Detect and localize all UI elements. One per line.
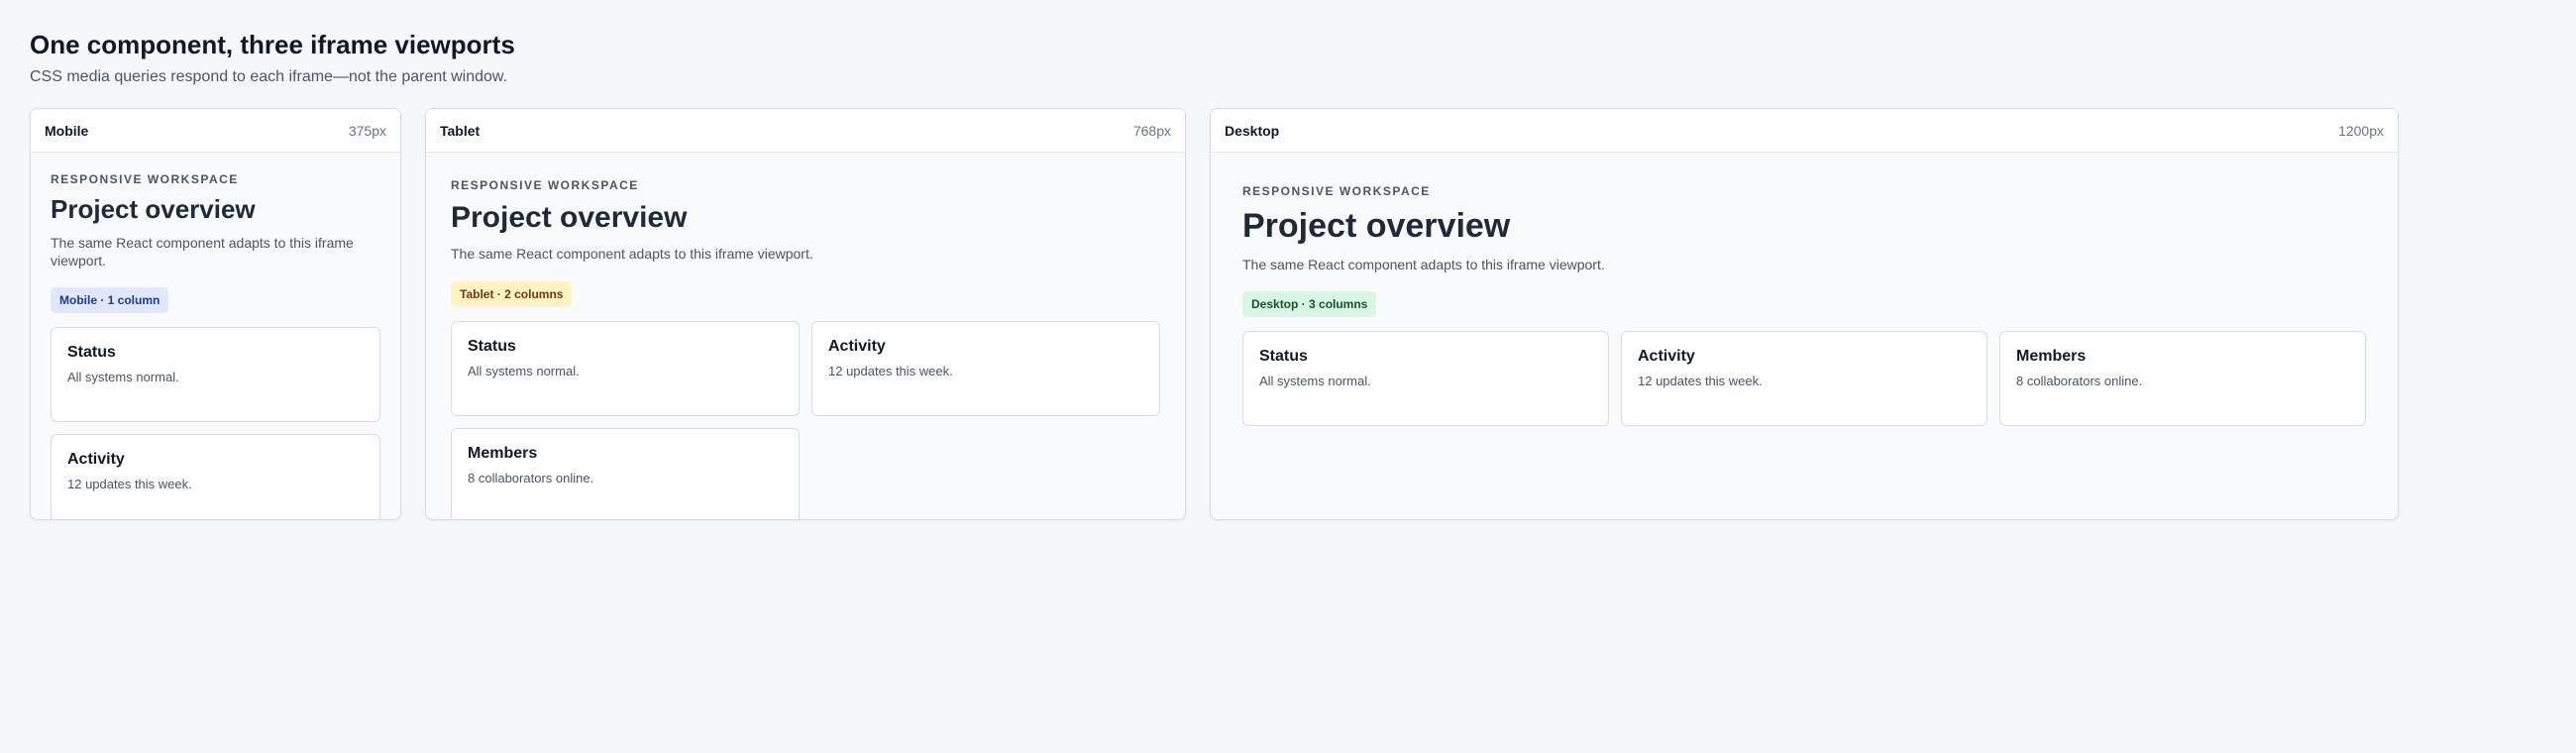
page: One component, three iframe viewports CS… — [0, 0, 2576, 521]
project-heading: Project overview — [51, 194, 256, 225]
layout-badge: Mobile · 1 column — [51, 287, 169, 314]
card-text: All systems normal. — [468, 363, 580, 378]
frame-width-label: 768px — [1132, 122, 1171, 139]
card-activity: Activity 12 updates this week. — [811, 320, 1160, 416]
card-grid: Status All systems normal. Activity 12 u… — [1242, 331, 2366, 427]
card-members: Members 8 collaborators online. — [451, 427, 800, 520]
eyebrow-label: RESPONSIVE WORKSPACE — [451, 178, 639, 193]
card-title: Status — [67, 344, 116, 362]
card-status: Status All systems normal. — [1242, 331, 1609, 427]
frame-body: RESPONSIVE WORKSPACE Project overview Th… — [31, 153, 400, 520]
frame-body: RESPONSIVE WORKSPACE Project overview Th… — [426, 153, 1185, 520]
layout-badge: Desktop · 3 columns — [1242, 291, 1377, 318]
page-subtitle: CSS media queries respond to each iframe… — [30, 68, 508, 86]
frame-name: Tablet — [440, 122, 481, 139]
eyebrow-label: RESPONSIVE WORKSPACE — [51, 172, 239, 187]
card-text: 8 collaborators online. — [2016, 374, 2143, 389]
project-heading: Project overview — [451, 201, 688, 235]
frame-body: RESPONSIVE WORKSPACE Project overview Th… — [1211, 153, 2398, 458]
card-title: Activity — [67, 451, 125, 469]
card-text: 12 updates this week. — [1638, 374, 1763, 389]
card-title: Status — [468, 337, 516, 355]
card-members: Members 8 collaborators online. — [1999, 331, 2366, 427]
frame-header: Mobile 375px — [31, 109, 400, 154]
frame-header: Tablet 768px — [426, 109, 1185, 154]
iframe-mobile[interactable]: Mobile 375px RESPONSIVE WORKSPACE Projec… — [30, 108, 401, 521]
card-activity: Activity 12 updates this week. — [51, 434, 380, 520]
frame-width-label: 375px — [348, 122, 386, 139]
card-text: All systems normal. — [67, 370, 179, 385]
project-heading: Project overview — [1242, 207, 1511, 246]
card-grid: Status All systems normal. Activity 12 u… — [451, 320, 1160, 520]
frame-name: Desktop — [1225, 122, 1280, 139]
card-activity: Activity 12 updates this week. — [1621, 331, 1987, 427]
card-text: 8 collaborators online. — [468, 470, 594, 485]
eyebrow-label: RESPONSIVE WORKSPACE — [1242, 184, 1431, 199]
iframe-tablet[interactable]: Tablet 768px RESPONSIVE WORKSPACE Projec… — [425, 108, 1186, 521]
frame-width-label: 1200px — [2338, 122, 2384, 139]
card-title: Members — [2016, 348, 2087, 366]
iframe-desktop[interactable]: Desktop 1200px RESPONSIVE WORKSPACE Proj… — [1210, 108, 2399, 521]
card-grid: Status All systems normal. Activity 12 u… — [51, 327, 380, 520]
project-description: The same React component adapts to this … — [1242, 256, 1605, 272]
card-text: 12 updates this week. — [828, 363, 953, 378]
project-description: The same React component adapts to this … — [451, 246, 813, 263]
card-title: Status — [1259, 348, 1308, 366]
card-title: Members — [468, 444, 538, 462]
card-title: Activity — [1638, 348, 1695, 366]
page-title: One component, three iframe viewports — [30, 30, 515, 59]
frame-header: Desktop 1200px — [1211, 109, 2398, 154]
card-text: 12 updates this week. — [67, 477, 192, 492]
card-title: Activity — [828, 337, 886, 355]
card-status: Status All systems normal. — [451, 320, 800, 416]
frame-name: Mobile — [45, 122, 89, 139]
layout-badge: Tablet · 2 columns — [451, 280, 573, 307]
project-description: The same React component adapts to this … — [51, 235, 354, 269]
card-text: All systems normal. — [1259, 374, 1371, 389]
card-status: Status All systems normal. — [51, 327, 380, 423]
viewport-frames: Mobile 375px RESPONSIVE WORKSPACE Projec… — [30, 108, 2546, 521]
